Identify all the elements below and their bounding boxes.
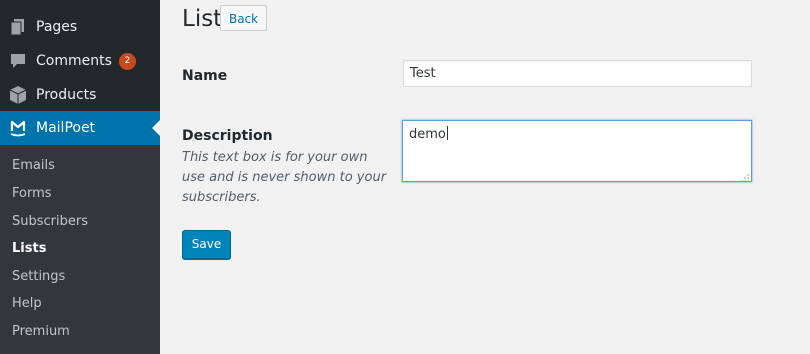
comments-icon bbox=[8, 51, 28, 71]
menu-item-mailpoet[interactable]: MailPoet bbox=[0, 111, 160, 145]
submenu-item-lists[interactable]: Lists bbox=[12, 241, 46, 256]
description-help-text: This text box is for your own use and is… bbox=[182, 150, 387, 205]
menu-item-label: Comments bbox=[36, 53, 112, 69]
resize-handle-icon[interactable] bbox=[741, 171, 749, 182]
page-title: List bbox=[182, 6, 223, 32]
menu-item-label: Products bbox=[36, 87, 97, 103]
menu-item-comments[interactable]: Comments 2 bbox=[0, 44, 160, 78]
description-textarea[interactable]: demo bbox=[402, 120, 752, 182]
mailpoet-submenu: Emails Forms Subscribers Lists Settings … bbox=[0, 145, 160, 354]
submenu-item-settings[interactable]: Settings bbox=[12, 269, 65, 284]
mailpoet-icon bbox=[8, 118, 28, 138]
products-icon bbox=[8, 85, 28, 105]
menu-item-pages[interactable]: Pages bbox=[0, 10, 160, 44]
name-label: Name bbox=[182, 68, 228, 84]
submenu-item-subscribers[interactable]: Subscribers bbox=[12, 214, 88, 229]
submenu-item-forms[interactable]: Forms bbox=[12, 186, 52, 201]
menu-item-products[interactable]: Products bbox=[0, 78, 160, 112]
description-label: Description bbox=[182, 128, 273, 144]
pages-icon bbox=[8, 17, 28, 37]
submenu-item-premium[interactable]: Premium bbox=[12, 324, 70, 339]
active-menu-arrow bbox=[152, 120, 160, 136]
wp-admin-screen: Pages Comments 2 Products MailPoet Email… bbox=[0, 0, 810, 354]
comments-count-badge: 2 bbox=[118, 52, 136, 70]
back-button[interactable]: Back bbox=[220, 5, 268, 31]
menu-item-label: Pages bbox=[36, 19, 78, 35]
name-input[interactable]: Test bbox=[403, 60, 752, 87]
description-textarea-value: demo bbox=[409, 127, 446, 142]
admin-sidebar: Pages Comments 2 Products MailPoet Email… bbox=[0, 0, 160, 354]
name-input-value: Test bbox=[410, 66, 436, 81]
save-button[interactable]: Save bbox=[182, 230, 231, 259]
text-caret bbox=[446, 126, 448, 140]
submenu-item-emails[interactable]: Emails bbox=[12, 158, 55, 173]
submenu-item-help[interactable]: Help bbox=[12, 296, 42, 311]
menu-item-label: MailPoet bbox=[36, 120, 96, 136]
